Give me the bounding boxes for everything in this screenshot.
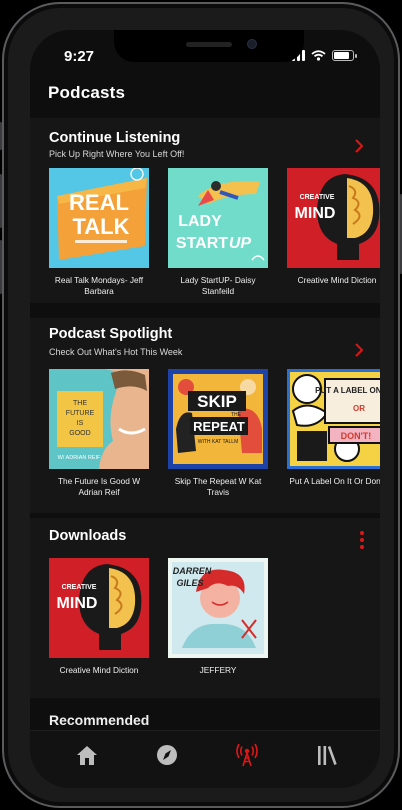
podcast-card-label: Skip The Repeat W Kat Travis <box>174 476 262 497</box>
svg-text:GOOD: GOOD <box>69 430 90 437</box>
svg-text:FUTURE: FUTURE <box>66 410 95 417</box>
downloads-row: CREATIVE MIND Creative Mind Diction DARR… <box>49 558 268 676</box>
svg-text:DARREN: DARREN <box>173 566 212 576</box>
page-title: Podcasts <box>48 83 126 102</box>
svg-text:LADY: LADY <box>178 213 222 230</box>
chevron-right-icon[interactable] <box>352 138 366 154</box>
podcast-artwork: CREATIVE MIND <box>49 558 149 658</box>
podcast-artwork: REAL TALK <box>49 168 149 268</box>
more-options-icon[interactable] <box>360 531 364 549</box>
svg-text:REAL: REAL <box>69 190 129 215</box>
mute-switch <box>0 122 2 150</box>
podcast-card[interactable]: PUT A LABEL ON IT OR DON'T! Put A Label … <box>287 369 380 498</box>
svg-text:PUT A LABEL ON IT: PUT A LABEL ON IT <box>315 386 380 395</box>
podcast-card[interactable]: CREATIVE MIND Creative Mind Diction <box>49 558 149 676</box>
continue-listening-subtitle: Pick Up Right Where You Left Off! <box>49 149 185 159</box>
status-time: 9:27 <box>64 48 95 65</box>
podcast-card-label: Put A Label On It Or Don't <box>289 476 380 486</box>
svg-text:CREATIVE: CREATIVE <box>62 584 97 591</box>
recommended-title: Recommended <box>49 712 150 728</box>
library-icon[interactable] <box>313 743 341 767</box>
svg-text:MIND: MIND <box>295 205 336 222</box>
downloads-title: Downloads <box>49 528 127 544</box>
broadcast-icon[interactable] <box>233 743 261 767</box>
volume-up-button <box>0 174 2 228</box>
svg-text:UP: UP <box>229 235 252 252</box>
podcast-card-label: The Future Is Good W Adrian Reif <box>57 476 141 497</box>
podcast-card-label: JEFFERY <box>199 665 237 675</box>
svg-text:REPEAT: REPEAT <box>193 419 245 434</box>
svg-text:START: START <box>176 235 228 252</box>
podcast-card[interactable]: REAL TALK Real Talk Mondays- Jeff Barbar… <box>49 168 149 297</box>
home-icon[interactable] <box>73 743 101 767</box>
podcast-artwork: THE FUTURE IS GOOD W/ ADRIAN REIF <box>49 369 149 469</box>
podcast-card[interactable]: THE FUTURE IS GOOD W/ ADRIAN REIF The Fu… <box>49 369 149 498</box>
svg-text:W/ ADRIAN REIF: W/ ADRIAN REIF <box>58 455 101 461</box>
podcast-spotlight-subtitle: Check Out What's Hot This Week <box>49 347 183 357</box>
downloads-section: Downloads CREATIVE MIND Creative Mind Di… <box>30 518 380 698</box>
podcast-artwork: PUT A LABEL ON IT OR DON'T! <box>287 369 380 469</box>
camera <box>247 39 257 49</box>
battery-icon <box>332 50 357 61</box>
svg-text:SKIP: SKIP <box>197 392 237 411</box>
svg-text:TALK: TALK <box>72 214 129 239</box>
wifi-icon <box>311 50 326 61</box>
chevron-right-icon[interactable] <box>352 342 366 358</box>
phone-frame: 9:27 Podcasts Continue Listening Pick Up… <box>0 2 402 808</box>
podcast-card[interactable]: CREATIVE MIND Creative Mind Diction <box>287 168 380 297</box>
svg-text:IS: IS <box>77 420 84 427</box>
podcast-artwork: DARREN GILES <box>168 558 268 658</box>
svg-text:MIND: MIND <box>57 595 98 612</box>
svg-text:THE: THE <box>73 400 87 407</box>
svg-text:DON'T!: DON'T! <box>341 431 372 441</box>
podcast-card[interactable]: SKIP THE REPEAT WITH KAT TALLM Skip The … <box>168 369 268 498</box>
svg-text:WITH KAT TALLM: WITH KAT TALLM <box>198 439 238 445</box>
notch <box>114 30 304 62</box>
podcast-artwork: LADY START UP <box>168 168 268 268</box>
podcast-spotlight-row: THE FUTURE IS GOOD W/ ADRIAN REIF The Fu… <box>49 369 380 498</box>
podcast-artwork: CREATIVE MIND <box>287 168 380 268</box>
continue-listening-title: Continue Listening <box>49 130 181 146</box>
podcast-card[interactable]: LADY START UP Lady StartUP- Daisy Stanfe… <box>168 168 268 297</box>
podcast-card-label: Creative Mind Diction <box>59 665 139 675</box>
svg-text:CREATIVE: CREATIVE <box>300 194 335 201</box>
continue-listening-row: REAL TALK Real Talk Mondays- Jeff Barbar… <box>49 168 380 297</box>
podcast-card[interactable]: DARREN GILES JEFFERY <box>168 558 268 676</box>
compass-icon[interactable] <box>153 743 181 767</box>
podcast-artwork: SKIP THE REPEAT WITH KAT TALLM <box>168 369 268 469</box>
volume-down-button <box>0 240 2 294</box>
podcast-card-label: Real Talk Mondays- Jeff Barbara <box>54 275 144 296</box>
podcast-spotlight-section: Podcast Spotlight Check Out What's Hot T… <box>30 318 380 513</box>
screen: 9:27 Podcasts Continue Listening Pick Up… <box>30 30 380 788</box>
continue-listening-section: Continue Listening Pick Up Right Where Y… <box>30 118 380 303</box>
svg-text:GILES: GILES <box>176 578 203 588</box>
speaker <box>186 42 232 47</box>
podcast-card-label: Creative Mind Diction <box>297 275 377 285</box>
svg-text:OR: OR <box>353 404 365 413</box>
podcast-card-label: Lady StartUP- Daisy Stanfeild <box>180 275 256 296</box>
podcast-spotlight-title: Podcast Spotlight <box>49 326 173 342</box>
tab-bar <box>30 730 380 788</box>
